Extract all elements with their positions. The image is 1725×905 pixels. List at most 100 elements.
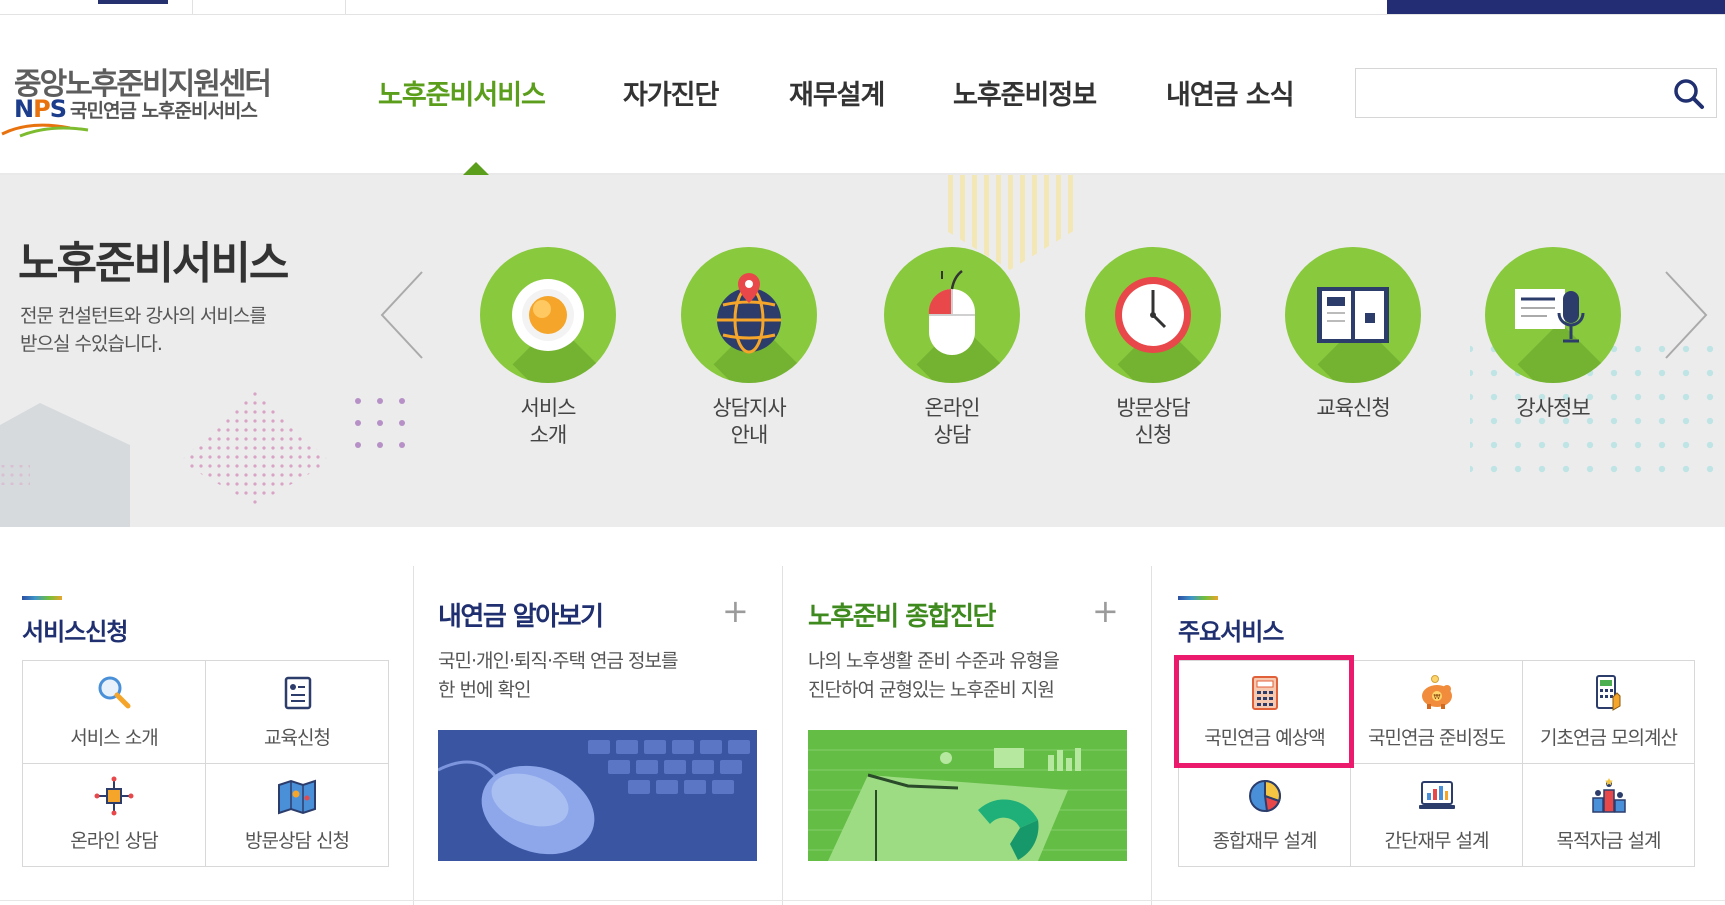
banner-item-circle (1085, 247, 1221, 383)
desc-line: 한 번에 확인 (438, 679, 531, 701)
mouse-icon (928, 270, 975, 355)
phone-calculator-icon (1595, 675, 1620, 711)
microphone-icon (1515, 289, 1585, 343)
next-arrow-icon[interactable] (1660, 270, 1710, 360)
retire-diagnosis-image[interactable] (808, 730, 1127, 861)
top-bar-divider (345, 0, 346, 14)
grid-label: 목적자금 설계 (1556, 830, 1662, 852)
grid-label: 교육신청 (264, 727, 331, 749)
banner-desc-line: 전문 컨설턴트와 강사의 서비스를 (20, 305, 267, 327)
top-bar-divider (192, 0, 193, 14)
top-utility-bar (0, 0, 1725, 15)
banner-item-label: 방문상담 신청 (1116, 396, 1190, 447)
banner-title: 노후준비서비스 (18, 238, 289, 289)
notebook-icon (284, 676, 312, 710)
coffee-cup-icon (512, 279, 584, 351)
open-book-icon (1317, 287, 1389, 343)
banner-item-circle (884, 247, 1020, 383)
nav-financial-design[interactable]: 재무설계 (789, 73, 885, 112)
grid-label: 방문상담 신청 (245, 830, 350, 852)
grid-label: 서비스 소개 (70, 727, 158, 749)
main-services-grid: 국민연금 예상액 ₩ 국민연금 준비정도 기초연금 모의계산 종합재무 설계 간… (1178, 660, 1695, 867)
magnifier-icon (98, 676, 131, 709)
banner-item-visit-consult[interactable]: 방문상담 신청 (1083, 247, 1223, 449)
active-nav-indicator (463, 162, 489, 175)
my-pension-more-button[interactable]: + (722, 592, 749, 630)
section-color-bar (1178, 596, 1218, 600)
main-services-title: 주요서비스 (1178, 618, 1284, 646)
calculator-icon (1251, 676, 1278, 710)
service-apply-title: 서비스신청 (22, 618, 128, 646)
clock-icon (1115, 277, 1191, 353)
simple-financial-design-button[interactable]: 간단재무 설계 (1351, 764, 1523, 867)
map-icon (278, 779, 316, 815)
nav-self-diagnosis[interactable]: 자가진단 (623, 73, 719, 112)
banner-item-service-intro[interactable]: 서비스 소개 (478, 247, 618, 449)
banner-item-online-consult[interactable]: 온라인 상담 (882, 247, 1022, 449)
desc-line: 국민·개인·퇴직·주택 연금 정보를 (438, 650, 678, 672)
my-pension-image[interactable] (438, 730, 757, 861)
pension-readiness-button[interactable]: ₩ 국민연금 준비정도 (1351, 661, 1523, 764)
nav-pension-news[interactable]: 내연금 소식 (1166, 73, 1295, 112)
piggy-bank-icon: ₩ (1421, 675, 1452, 709)
service-apply-grid: 서비스 소개 교육신청 온라인 상담 방문상담 신청 (22, 660, 389, 867)
retire-diagnosis-title[interactable]: 노후준비 종합진단 (808, 596, 996, 633)
keyboard-mouse-image (438, 730, 757, 861)
education-apply-button[interactable]: 교육신청 (206, 661, 389, 764)
banner-desc-line: 받으실 수있습니다. (20, 333, 163, 355)
my-pension-description: 국민·개인·퇴직·주택 연금 정보를 한 번에 확인 (438, 647, 678, 705)
top-bar-accent (98, 0, 168, 4)
grid-label: 종합재무 설계 (1212, 830, 1318, 852)
online-consult-button[interactable]: 온라인 상담 (23, 764, 206, 867)
basic-pension-simulation-button[interactable]: 기초연금 모의계산 (1523, 661, 1695, 764)
banner-item-circle (681, 247, 817, 383)
panel-divider (413, 566, 414, 905)
banner-item-circle (480, 247, 616, 383)
banner-item-label: 강사정보 (1516, 396, 1590, 420)
nav-retirement-info[interactable]: 노후준비정보 (953, 73, 1097, 112)
chart-document-image (808, 730, 1127, 861)
banner-item-label: 상담지사 안내 (712, 396, 786, 447)
banner-description: 전문 컨설턴트와 강사의 서비스를 받으실 수있습니다. (20, 302, 267, 358)
pension-estimate-button[interactable]: 국민연금 예상액 (1179, 661, 1351, 764)
grid-label: 간단재무 설계 (1384, 830, 1490, 852)
retire-diagnosis-more-button[interactable]: + (1092, 592, 1119, 630)
my-pension-title[interactable]: 내연금 알아보기 (438, 596, 604, 633)
banner-item-label: 교육신청 (1316, 396, 1390, 420)
logo-swoosh-icon (1, 123, 89, 138)
purpose-fund-design-button[interactable]: 목적자금 설계 (1523, 764, 1695, 867)
logo-service-name: 국민연금 노후준비서비스 (69, 100, 258, 122)
banner-item-branch-info[interactable]: 상담지사 안내 (679, 247, 819, 449)
visit-consult-apply-button[interactable]: 방문상담 신청 (206, 764, 389, 867)
service-intro-button[interactable]: 서비스 소개 (23, 661, 206, 764)
panel-divider (782, 566, 783, 905)
banner-item-instructor-info[interactable]: 강사정보 (1483, 247, 1623, 422)
nps-letter-p: P (33, 95, 51, 123)
nps-letter-n: N (14, 95, 34, 123)
nps-letter-s: S (49, 95, 67, 123)
desc-line: 나의 노후생활 준비 수준과 유형을 (808, 650, 1060, 672)
laptop-chart-icon (1418, 781, 1455, 809)
section-color-bar (22, 596, 62, 600)
banner-item-education-apply[interactable]: 교육신청 (1283, 247, 1423, 422)
top-bar-button[interactable] (1387, 0, 1725, 14)
prev-arrow-icon[interactable] (378, 270, 428, 360)
nps-logo: NPS (14, 95, 67, 123)
banner-item-label: 온라인 상담 (924, 396, 981, 447)
grid-label: 기초연금 모의계산 (1540, 727, 1678, 749)
comprehensive-financial-design-button[interactable]: 종합재무 설계 (1179, 764, 1351, 867)
search-input[interactable] (1368, 71, 1662, 117)
banner-item-circle (1285, 247, 1421, 383)
panel-divider (1151, 566, 1152, 905)
svg-text:₩: ₩ (1433, 693, 1440, 701)
nav-retirement-service[interactable]: 노후준비서비스 (378, 73, 546, 112)
site-logo-subtitle[interactable]: NPS 국민연금 노후준비서비스 (14, 95, 258, 123)
search-box (1355, 68, 1717, 118)
globe-pin-icon (717, 273, 781, 354)
network-icon (94, 776, 134, 816)
grid-label: 온라인 상담 (70, 830, 158, 852)
search-icon[interactable] (1672, 77, 1706, 111)
podium-icon (1591, 778, 1626, 813)
pie-chart-icon (1248, 779, 1281, 813)
grid-label: 국민연금 준비정도 (1368, 727, 1506, 749)
